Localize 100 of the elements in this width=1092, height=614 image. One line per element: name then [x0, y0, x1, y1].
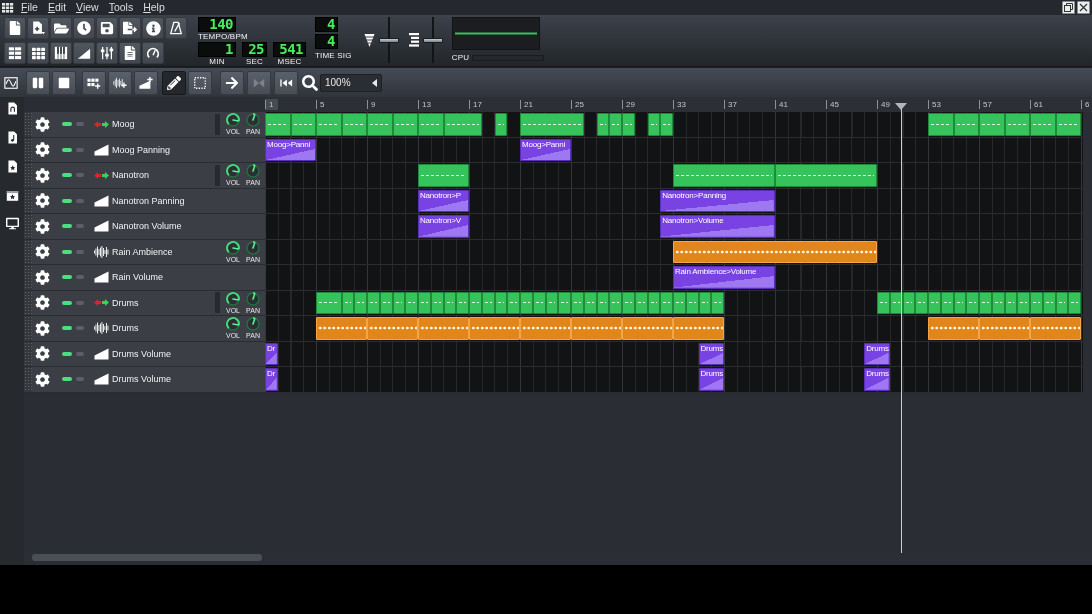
sample-clip[interactable] — [979, 317, 1030, 340]
pattern-clip[interactable] — [520, 113, 584, 136]
mute-led[interactable] — [62, 224, 72, 229]
pattern-clip[interactable] — [979, 113, 1005, 136]
mute-led[interactable] — [62, 326, 72, 331]
gear-icon[interactable] — [35, 193, 50, 209]
pattern-clip[interactable] — [711, 291, 724, 314]
menu-item[interactable]: Help — [138, 1, 170, 14]
mute-led[interactable] — [62, 249, 72, 254]
pattern-clip[interactable] — [673, 291, 686, 314]
pattern-clip[interactable] — [341, 113, 367, 136]
pattern-clip[interactable] — [265, 113, 291, 136]
pattern-clip[interactable] — [1004, 113, 1030, 136]
gear-icon[interactable] — [35, 320, 50, 336]
beat-editor-button[interactable] — [27, 42, 49, 64]
automation-clip[interactable]: Dr — [265, 342, 278, 365]
automation-clip[interactable]: Drums — [864, 368, 890, 391]
drag-grip[interactable] — [24, 265, 32, 290]
automation-clip[interactable]: Rain Ambience>Volume — [673, 266, 775, 289]
star-document-icon[interactable] — [5, 159, 19, 174]
pattern-clip[interactable] — [915, 291, 928, 314]
restore-button[interactable] — [1062, 1, 1075, 14]
slider-handle[interactable] — [378, 37, 399, 43]
tempo-display[interactable]: 140 — [198, 17, 236, 32]
knob[interactable] — [245, 290, 261, 307]
pattern-clip[interactable] — [418, 113, 444, 136]
track-name[interactable]: Drums Volume — [112, 348, 172, 359]
menu-item[interactable]: Tools — [103, 1, 139, 14]
automation-clip[interactable]: Drums — [698, 342, 724, 365]
project-notes-button[interactable] — [119, 42, 141, 64]
pattern-clip[interactable] — [1017, 291, 1030, 314]
timeline-ruler[interactable]: 1 5 9 13 17 21 25 29 33 37 41 45 49 53 57 61 6 — [265, 97, 1092, 112]
pattern-clip[interactable] — [1068, 291, 1081, 314]
drag-grip[interactable] — [24, 137, 32, 162]
pattern-clip[interactable] — [418, 291, 431, 314]
pattern-clip[interactable] — [443, 113, 482, 136]
pattern-clip[interactable] — [405, 291, 418, 314]
rewind-button[interactable] — [274, 70, 298, 95]
pattern-clip[interactable] — [647, 113, 661, 136]
pattern-clip[interactable] — [520, 291, 533, 314]
pattern-clip[interactable] — [622, 291, 635, 314]
sample-clip[interactable] — [622, 317, 673, 340]
pattern-clip[interactable] — [877, 291, 890, 314]
automation-clip[interactable]: Nanotron>V — [418, 215, 469, 238]
auto-scroll-button[interactable] — [220, 70, 244, 95]
document-icon[interactable] — [5, 101, 19, 116]
pattern-clip[interactable] — [1030, 291, 1043, 314]
sample-clip[interactable] — [418, 317, 469, 340]
pattern-clip[interactable] — [596, 113, 610, 136]
pattern-clip[interactable] — [367, 113, 393, 136]
drag-grip[interactable] — [24, 163, 32, 188]
menu-icon[interactable] — [2, 2, 14, 13]
gear-icon[interactable] — [35, 142, 50, 158]
drag-grip[interactable] — [24, 112, 32, 137]
knob[interactable] — [225, 163, 241, 180]
new-project-button[interactable] — [4, 17, 26, 39]
sample-clip[interactable] — [928, 317, 979, 340]
info-button[interactable] — [142, 17, 164, 39]
sample-clip[interactable] — [673, 240, 877, 263]
knob[interactable] — [225, 112, 241, 129]
automation-clip[interactable]: Nanotron>Panning — [660, 189, 775, 212]
visualization-button[interactable] — [4, 75, 18, 90]
menu-item[interactable]: File — [16, 1, 43, 14]
piano-roll-button[interactable] — [50, 42, 72, 64]
track-name[interactable]: Drums — [112, 297, 139, 308]
zoom-combo[interactable]: 100% — [320, 73, 382, 92]
pattern-clip[interactable] — [456, 291, 469, 314]
gear-icon[interactable] — [35, 346, 50, 362]
track-name[interactable]: Drums — [112, 323, 139, 334]
open-project-button[interactable] — [50, 17, 72, 39]
draw-mode-button[interactable] — [162, 70, 186, 95]
knob[interactable] — [225, 239, 241, 256]
star-folder-icon[interactable] — [5, 188, 19, 203]
automation-clip[interactable]: Nanotron>Volume — [660, 215, 775, 238]
automation-clip[interactable]: Drums — [864, 342, 890, 365]
menu-item[interactable]: Edit — [42, 1, 72, 14]
track-name[interactable]: Rain Ambience — [112, 246, 173, 257]
mute-led[interactable] — [62, 377, 72, 382]
sample-clip[interactable] — [367, 317, 418, 340]
pause-button[interactable] — [26, 70, 50, 95]
stop-button[interactable] — [52, 70, 76, 95]
pattern-clip[interactable] — [609, 291, 622, 314]
mute-led[interactable] — [62, 173, 72, 178]
pattern-clip[interactable] — [316, 291, 342, 314]
automation-editor-button[interactable] — [73, 42, 95, 64]
pattern-clip[interactable] — [571, 291, 584, 314]
gear-icon[interactable] — [35, 295, 50, 311]
track-name[interactable]: Moog — [112, 119, 135, 130]
knob[interactable] — [245, 316, 261, 333]
track-name[interactable]: Nanotron Volume — [112, 221, 182, 232]
sample-clip[interactable] — [673, 317, 724, 340]
mute-led[interactable] — [62, 147, 72, 152]
loop-range[interactable] — [265, 99, 278, 110]
monitor-icon[interactable] — [5, 217, 19, 230]
pattern-clip[interactable] — [507, 291, 520, 314]
sample-clip[interactable] — [1030, 317, 1081, 340]
automation-clip[interactable]: Moog>Panni — [265, 138, 316, 161]
select-mode-button[interactable] — [188, 70, 212, 95]
pattern-clip[interactable] — [928, 291, 941, 314]
new-from-template-button[interactable] — [27, 17, 49, 39]
